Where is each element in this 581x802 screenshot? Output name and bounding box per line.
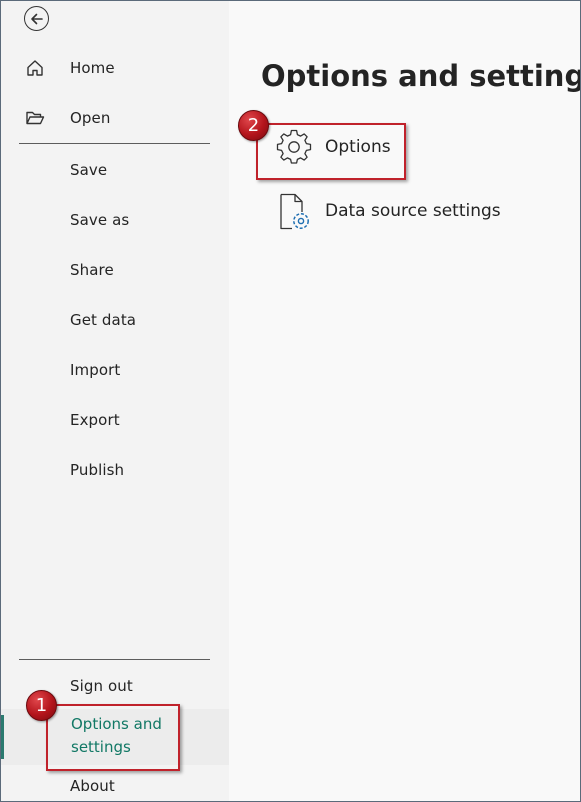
sidebar-item-label: Publish — [70, 461, 125, 479]
sidebar-item-label: Home — [70, 59, 115, 77]
main-panel: Options and settings Options Data source… — [229, 1, 581, 801]
sidebar-item-open[interactable]: Open — [1, 98, 229, 138]
sidebar-item-save[interactable]: Save — [1, 150, 229, 190]
folder-open-icon — [26, 111, 45, 125]
sidebar-item-publish[interactable]: Publish — [1, 450, 229, 490]
sidebar-item-home[interactable]: Home — [1, 48, 229, 88]
step-badge-2: 2 — [238, 110, 269, 141]
home-icon — [27, 60, 43, 76]
data-source-settings-label: Data source settings — [325, 201, 501, 221]
document-gear-icon — [280, 193, 309, 230]
sidebar-item-export[interactable]: Export — [1, 400, 229, 440]
sidebar-item-save-as[interactable]: Save as — [1, 200, 229, 240]
back-button[interactable] — [24, 6, 49, 31]
sidebar-item-label: Export — [70, 411, 120, 429]
step-badge-1: 1 — [26, 690, 57, 721]
sidebar-item-label: About — [70, 777, 115, 795]
sidebar-item-label: Open — [70, 109, 111, 127]
sidebar-item-label: Share — [70, 261, 114, 279]
page-title: Options and settings — [261, 59, 581, 93]
sidebar-item-import[interactable]: Import — [1, 350, 229, 390]
backstage-window: Home Open Save Save as Share Get data Im… — [0, 0, 581, 802]
sidebar-item-label: Import — [70, 361, 121, 379]
data-source-settings-button[interactable]: Data source settings — [274, 191, 554, 233]
sidebar-divider — [19, 143, 210, 144]
sidebar-item-share[interactable]: Share — [1, 250, 229, 290]
highlight-box-step-1 — [46, 704, 180, 771]
sidebar-item-about[interactable]: About — [1, 766, 229, 801]
sidebar-item-get-data[interactable]: Get data — [1, 300, 229, 340]
sidebar-item-label: Save — [70, 161, 108, 179]
sidebar: Home Open Save Save as Share Get data Im… — [1, 1, 229, 801]
sidebar-item-label: Get data — [70, 311, 137, 329]
sidebar-divider — [19, 659, 210, 660]
selection-indicator — [1, 715, 4, 759]
highlight-box-step-2 — [256, 123, 406, 180]
arrow-left-icon — [30, 13, 43, 24]
sidebar-item-label: Save as — [70, 211, 130, 229]
sidebar-item-label: Sign out — [70, 677, 133, 695]
